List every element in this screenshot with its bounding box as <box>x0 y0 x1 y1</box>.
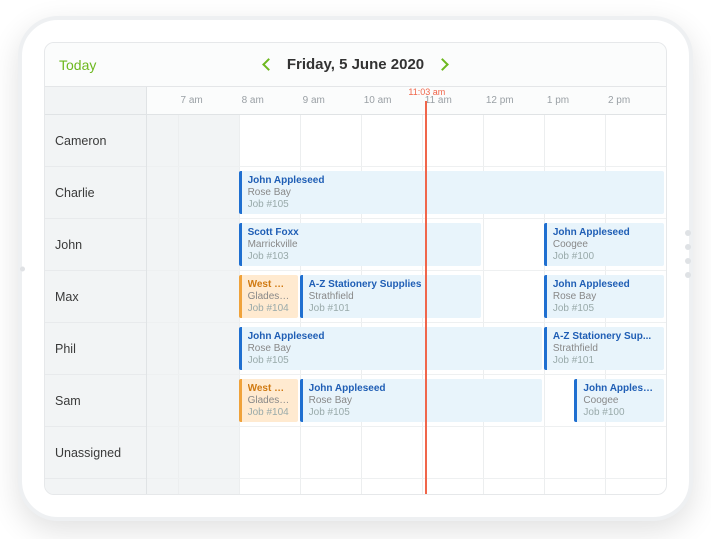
event-job: Job #105 <box>553 303 658 315</box>
event-card[interactable]: John AppleseedCoogeeJob #100 <box>574 379 664 422</box>
event-title: John Appleseed <box>553 227 658 239</box>
event-card[interactable]: West Offic...GladesvilleJob #104 <box>239 275 298 318</box>
event-job: Job #104 <box>248 407 292 419</box>
schedule-row[interactable]: John AppleseedRose BayJob #105 <box>147 167 666 219</box>
event-subtitle: Rose Bay <box>309 395 536 407</box>
event-subtitle: Coogee <box>583 395 658 407</box>
schedule-row[interactable]: John AppleseedRose BayJob #105A-Z Statio… <box>147 323 666 375</box>
event-title: John Appleseed <box>309 383 536 395</box>
event-job: Job #104 <box>248 303 292 315</box>
event-title: John Appleseed <box>583 383 658 395</box>
event-card[interactable]: John AppleseedRose BayJob #105 <box>544 275 664 318</box>
event-subtitle: Rose Bay <box>553 291 658 303</box>
time-tick: 10 am <box>364 95 392 106</box>
now-indicator: 11:03 am <box>425 101 427 494</box>
schedule-row[interactable]: West Offic...GladesvilleJob #104A-Z Stat… <box>147 271 666 323</box>
event-job: Job #103 <box>248 251 475 263</box>
event-job: Job #105 <box>309 407 536 419</box>
event-subtitle: Coogee <box>553 239 658 251</box>
resource-row[interactable]: Max <box>45 271 146 323</box>
event-subtitle: Strathfield <box>309 291 475 303</box>
resource-row[interactable]: Charlie <box>45 167 146 219</box>
event-subtitle: Marrickville <box>248 239 475 251</box>
event-title: West Offic... <box>248 279 292 291</box>
resource-row[interactable]: Unassigned <box>45 427 146 479</box>
event-card[interactable]: John AppleseedRose BayJob #105 <box>300 379 542 422</box>
time-tick: 8 am <box>242 95 264 106</box>
event-subtitle: Rose Bay <box>248 187 658 199</box>
event-job: Job #101 <box>553 355 658 367</box>
event-title: Scott Foxx <box>248 227 475 239</box>
event-title: John Appleseed <box>248 331 536 343</box>
schedule-grid[interactable]: 7 am8 am9 am10 am11 am12 pm1 pm2 pm John… <box>147 87 666 494</box>
event-job: Job #105 <box>248 355 536 367</box>
schedule-row[interactable]: West Offic...GladesvilleJob #104John App… <box>147 375 666 427</box>
event-card[interactable]: John AppleseedRose BayJob #105 <box>239 171 664 214</box>
event-job: Job #101 <box>309 303 475 315</box>
event-job: Job #100 <box>583 407 658 419</box>
time-tick: 12 pm <box>486 95 514 106</box>
event-card[interactable]: Scott FoxxMarrickvilleJob #103 <box>239 223 481 266</box>
now-label: 11:03 am <box>408 87 445 97</box>
time-tick: 7 am <box>181 95 203 106</box>
today-button[interactable]: Today <box>45 57 96 73</box>
schedule-row[interactable] <box>147 427 666 479</box>
resource-row[interactable]: Sam <box>45 375 146 427</box>
event-card[interactable]: A-Z Stationery Sup...StrathfieldJob #101 <box>544 327 664 370</box>
resource-row[interactable]: Phil <box>45 323 146 375</box>
resource-row[interactable]: Cameron <box>45 115 146 167</box>
event-title: West Offic... <box>248 383 292 395</box>
event-job: Job #100 <box>553 251 658 263</box>
event-subtitle: Strathfield <box>553 343 658 355</box>
time-ruler: 7 am8 am9 am10 am11 am12 pm1 pm2 pm <box>147 87 666 115</box>
event-card[interactable]: John AppleseedCoogeeJob #100 <box>544 223 664 266</box>
event-subtitle: Rose Bay <box>248 343 536 355</box>
resource-column: CameronCharlieJohnMaxPhilSamUnassigned <box>45 87 147 494</box>
prev-day-button[interactable] <box>264 56 273 74</box>
event-subtitle: Gladesville <box>248 395 292 407</box>
time-tick: 1 pm <box>547 95 569 106</box>
schedule-row[interactable] <box>147 115 666 167</box>
chevron-right-icon <box>436 58 449 71</box>
event-title: A-Z Stationery Supplies <box>309 279 475 291</box>
event-title: A-Z Stationery Sup... <box>553 331 658 343</box>
event-card[interactable]: John AppleseedRose BayJob #105 <box>239 327 542 370</box>
next-day-button[interactable] <box>438 56 447 74</box>
event-title: John Appleseed <box>553 279 658 291</box>
header-bar: Today Friday, 5 June 2020 <box>45 43 666 87</box>
event-card[interactable]: West Offic...GladesvilleJob #104 <box>239 379 298 422</box>
time-tick: 9 am <box>303 95 325 106</box>
event-title: John Appleseed <box>248 175 658 187</box>
resource-row[interactable]: John <box>45 219 146 271</box>
current-date[interactable]: Friday, 5 June 2020 <box>287 56 424 73</box>
chevron-left-icon <box>262 58 275 71</box>
event-job: Job #105 <box>248 199 658 211</box>
schedule-row[interactable]: Scott FoxxMarrickvilleJob #103 John Apple… <box>147 219 666 271</box>
time-tick: 2 pm <box>608 95 630 106</box>
event-subtitle: Gladesville <box>248 291 292 303</box>
event-card[interactable]: A-Z Stationery SuppliesStrathfieldJob #1… <box>300 275 481 318</box>
